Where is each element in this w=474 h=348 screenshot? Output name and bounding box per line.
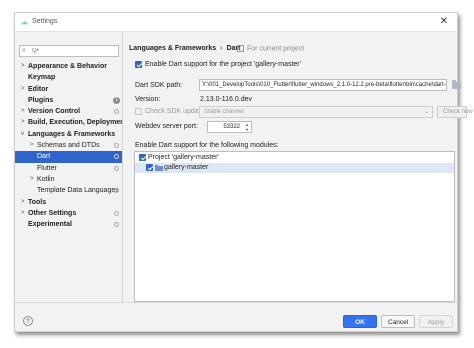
check-now-button[interactable]: Check now (437, 106, 473, 118)
project-scope-icon (114, 210, 119, 216)
sidebar-item-label: Dart (37, 153, 51, 161)
footer-divider (15, 302, 457, 303)
version-label: Version: (135, 96, 161, 103)
chevron-right-icon[interactable]: > (21, 106, 25, 117)
sidebar-item-editor[interactable]: > Editor (15, 84, 122, 95)
close-icon[interactable]: ✕ (440, 16, 448, 27)
breadcrumb: Languages & Frameworks › Dart For current … (129, 45, 304, 52)
project-module-label: Project 'gallery-master' (148, 154, 219, 161)
enable-dart-checkbox[interactable] (135, 61, 142, 68)
check-sdk-updates-checkbox[interactable] (135, 108, 142, 115)
sdk-path-label: Dart SDK path: (135, 82, 183, 89)
sidebar-item-label: Version Control (28, 108, 81, 116)
android-studio-icon (20, 21, 29, 25)
spinner-arrows-icon[interactable]: ▲ ▼ (245, 122, 249, 132)
module-label: gallery-master (164, 164, 209, 171)
chevron-down-icon: ⌄ (423, 109, 429, 115)
chevron-right-icon[interactable]: > (21, 197, 25, 208)
enable-dart-label: Enable Dart support for the project 'gal… (145, 61, 301, 68)
sidebar-item-label: Keymap (28, 74, 56, 82)
modules-list: Project 'gallery-master' gallery-master (134, 151, 455, 302)
sidebar-item-other-settings[interactable]: > Other Settings (15, 208, 122, 219)
sidebar-item-plugins[interactable]: Plugins 1 (15, 95, 122, 106)
sidebar-item-version-control[interactable]: > Version Control (15, 106, 122, 117)
sidebar-item-kotlin[interactable]: > Kotlin (15, 174, 122, 185)
check-now-label: Check now (443, 109, 473, 115)
sidebar-item-experimental[interactable]: Experimental (15, 219, 122, 230)
sidebar-item-schemas-dtds[interactable]: > Schemas and DTDs (15, 140, 122, 151)
sdk-path-value: Y:\001_DevelopTools\010_Flutter\flutter_… (202, 82, 447, 88)
sidebar-item-build-execution[interactable]: > Build, Execution, Deployment (15, 117, 122, 128)
sidebar-item-label: Experimental (28, 221, 72, 229)
ok-button[interactable]: OK (343, 315, 377, 328)
search-icon: ⌕ (22, 47, 26, 54)
scope-note: For current project (237, 45, 304, 52)
sidebar-item-label: Languages & Frameworks (28, 130, 116, 138)
sidebar-item-tools[interactable]: > Tools (15, 197, 122, 208)
sidebar-item-label: Other Settings (28, 209, 77, 217)
apply-button[interactable]: Apply (419, 315, 453, 328)
webdev-port-value: 53322 (223, 124, 240, 130)
webdev-port-label: Webdev server port: (135, 123, 198, 130)
chevron-right-icon[interactable]: > (30, 140, 34, 151)
chevron-right-icon[interactable]: > (21, 84, 25, 95)
sdk-path-input[interactable]: Y:\001_DevelopTools\010_Flutter\flutter_… (199, 79, 447, 91)
sidebar-item-appearance[interactable]: > Appearance & Behavior (15, 61, 122, 72)
project-scope-icon (114, 143, 119, 149)
settings-dialog: Settings ✕ ⌕ > Appearance & Behavior Key… (14, 12, 473, 332)
project-scope-icon (114, 165, 119, 171)
list-item-project[interactable]: Project 'gallery-master' (135, 153, 454, 163)
breadcrumb-separator: › (220, 45, 223, 52)
sidebar-item-label: Editor (28, 85, 49, 93)
sidebar-item-template-data-languages[interactable]: Template Data Languages (15, 185, 122, 196)
sidebar-item-label: Build, Execution, Deployment (28, 119, 122, 127)
project-scope-icon (114, 222, 119, 228)
window-title: Settings (32, 18, 58, 25)
project-scope-icon (114, 109, 119, 115)
update-channel-select[interactable]: Stable channel ⌄ (199, 106, 433, 118)
sidebar-item-label: Appearance & Behavior (28, 63, 107, 70)
chevron-right-icon[interactable]: > (21, 208, 25, 219)
settings-sidebar: ⌕ > Appearance & Behavior Keymap > Edito… (15, 32, 123, 302)
sidebar-item-label: Schemas and DTDs (37, 142, 100, 150)
sidebar-item-label: Kotlin (37, 175, 55, 183)
title-bar: Settings ✕ (15, 13, 457, 32)
project-scope-icon (114, 154, 119, 160)
list-item-module[interactable]: gallery-master (135, 163, 454, 173)
search-input[interactable] (32, 46, 116, 56)
version-value: 2.13.0-116.0.dev (200, 96, 253, 103)
sidebar-item-keymap[interactable]: Keymap (15, 72, 122, 83)
folder-icon[interactable] (452, 80, 461, 89)
module-checkbox[interactable] (146, 164, 153, 171)
project-module-checkbox[interactable] (139, 154, 146, 161)
breadcrumb-parent[interactable]: Languages & Frameworks (129, 45, 216, 52)
chevron-right-icon[interactable]: > (21, 117, 25, 128)
chevron-right-icon[interactable]: > (30, 174, 34, 185)
module-folder-icon (155, 165, 163, 171)
search-field[interactable]: ⌕ (19, 45, 119, 57)
webdev-port-input[interactable]: 53322 ▲ ▼ (207, 121, 252, 133)
help-button[interactable]: ? (23, 316, 33, 326)
update-count-badge: 1 (113, 96, 120, 104)
sidebar-item-label: Flutter (37, 164, 57, 172)
scope-note-label: For current project (247, 45, 305, 53)
settings-tree: > Appearance & Behavior Keymap > Editor … (15, 61, 122, 230)
modules-label: Enable Dart support for the following mo… (135, 142, 279, 149)
update-channel-value: Stable channel (204, 109, 244, 115)
sidebar-item-flutter[interactable]: Flutter (15, 163, 122, 174)
sidebar-item-languages-frameworks[interactable]: v Languages & Frameworks (15, 129, 122, 140)
sidebar-item-label: Template Data Languages (37, 187, 119, 195)
sidebar-item-label: Plugins (28, 96, 54, 104)
project-scope-icon (237, 45, 244, 52)
cancel-button[interactable]: Cancel (381, 315, 415, 328)
chevron-right-icon[interactable]: > (21, 61, 25, 72)
chevron-down-icon[interactable]: v (21, 129, 24, 140)
sidebar-item-label: Tools (28, 198, 47, 206)
sidebar-item-dart[interactable]: Dart (15, 151, 122, 163)
